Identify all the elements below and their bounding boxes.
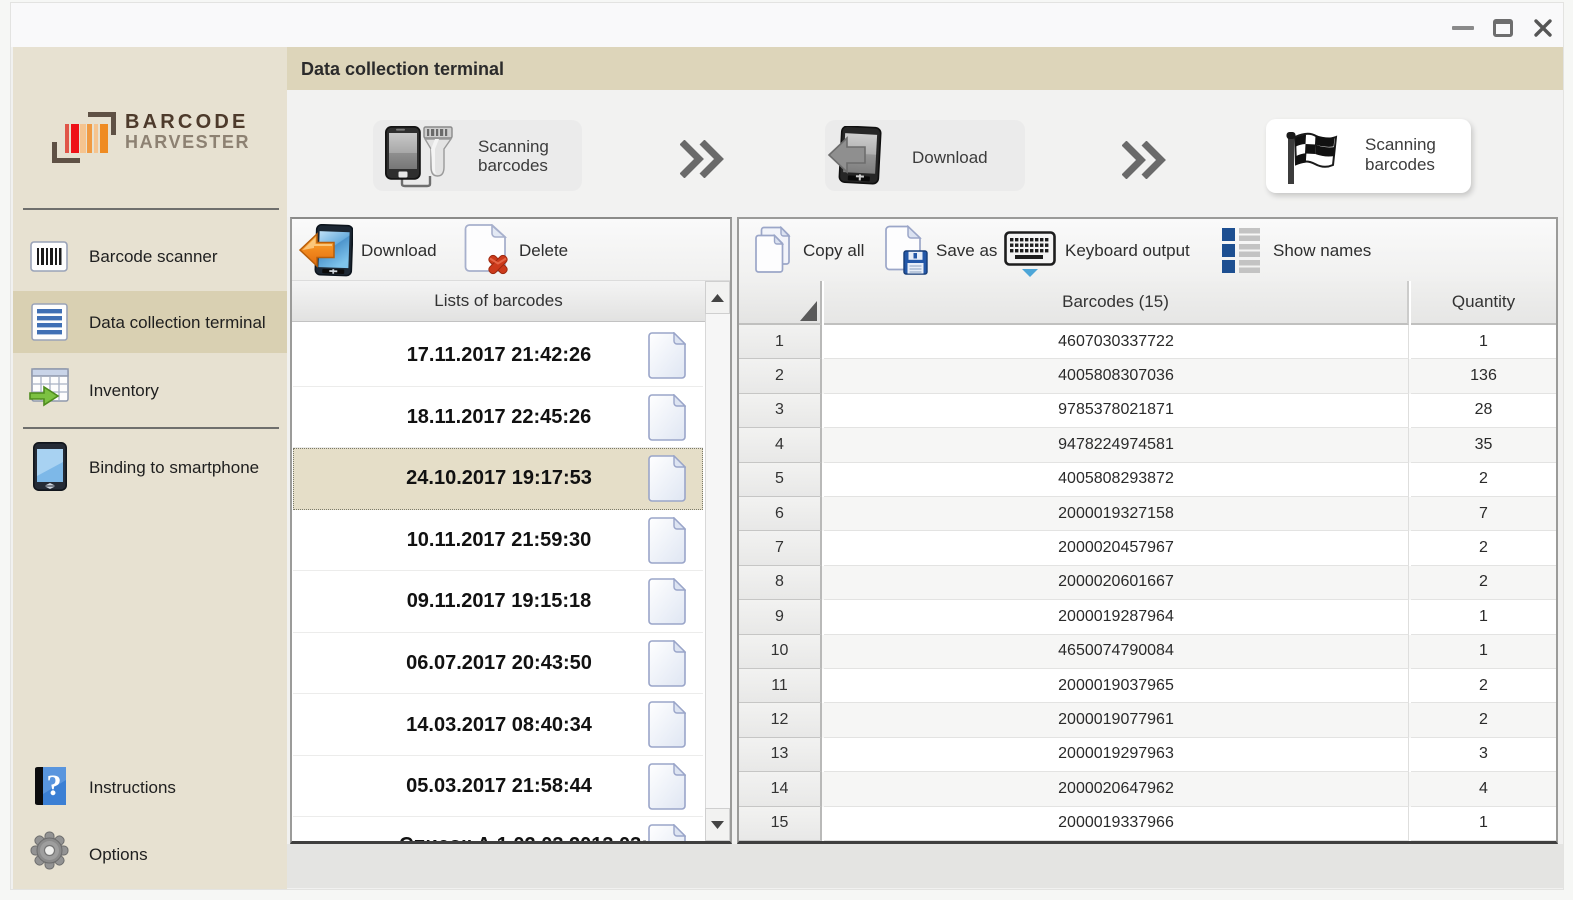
svg-text:?: ? [47,769,62,802]
